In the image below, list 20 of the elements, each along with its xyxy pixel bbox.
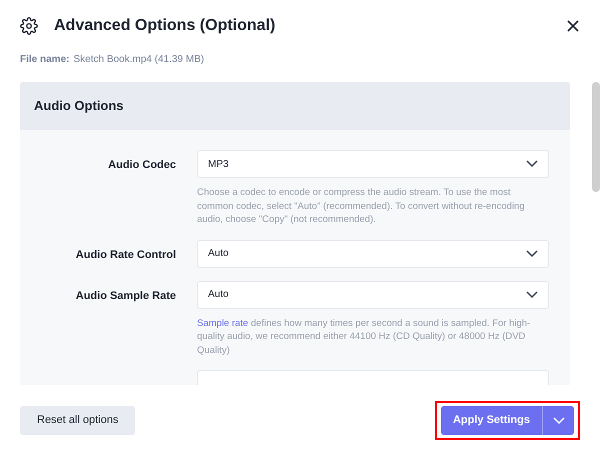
select-field[interactable]: Auto [197,240,549,268]
help-text: Sample rate defines how many times per second a sound is sampled. For high-quality audio, we recommend either 44100 Hz (CD Quality) or 48000 Hz (DVD Quality) [197,316,532,357]
reset-button[interactable]: Reset all options [20,406,136,435]
help-text: Choose a codec to encode or compress the audio stream. To use the most common codec, select "Auto" (recommended). To convert without re-encoding audio, choose "Copy" (not recommended). [197,186,526,226]
dialog-title: Advanced Options (Optional) [54,16,276,36]
close-icon[interactable] [566,19,580,33]
chevron-icon [526,250,538,258]
select-field[interactable]: Auto [197,280,549,308]
field-label: Audio Codec [107,158,177,173]
field-label: Audio Rate Control [74,248,177,262]
help-link[interactable]: Sample rate [197,318,248,328]
file-name-value: Sketch Book.mp4 (41.39 MB) [73,53,204,67]
file-name-label: File name: [20,53,70,67]
section-header: Audio Options [20,82,570,130]
select-field[interactable]: MP3 [197,150,549,178]
chevron-icon [526,160,538,168]
scrollbar-thumb[interactable] [592,82,600,192]
field-label: Audio Sample Rate [74,288,177,304]
chevron-icon [526,290,538,298]
gear-icon [20,17,38,35]
